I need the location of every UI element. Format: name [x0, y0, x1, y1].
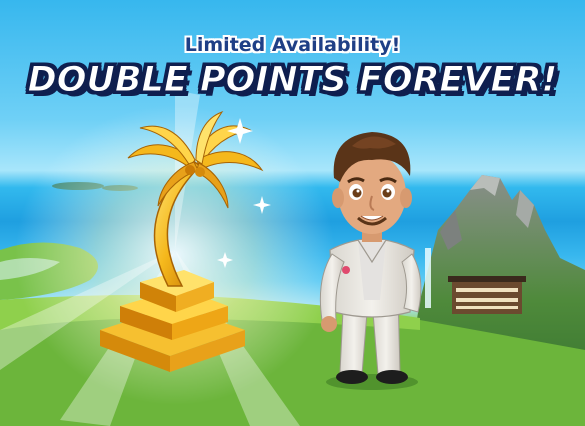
resort-building	[448, 276, 526, 314]
promo-title: DOUBLE POINTS FOREVER!	[27, 60, 558, 101]
promo-banner: Limited Availability! DOUBLE POINTS FORE…	[0, 0, 585, 426]
subtitle-limited-availability: Limited Availability!	[184, 34, 401, 56]
waterfall	[425, 248, 431, 308]
